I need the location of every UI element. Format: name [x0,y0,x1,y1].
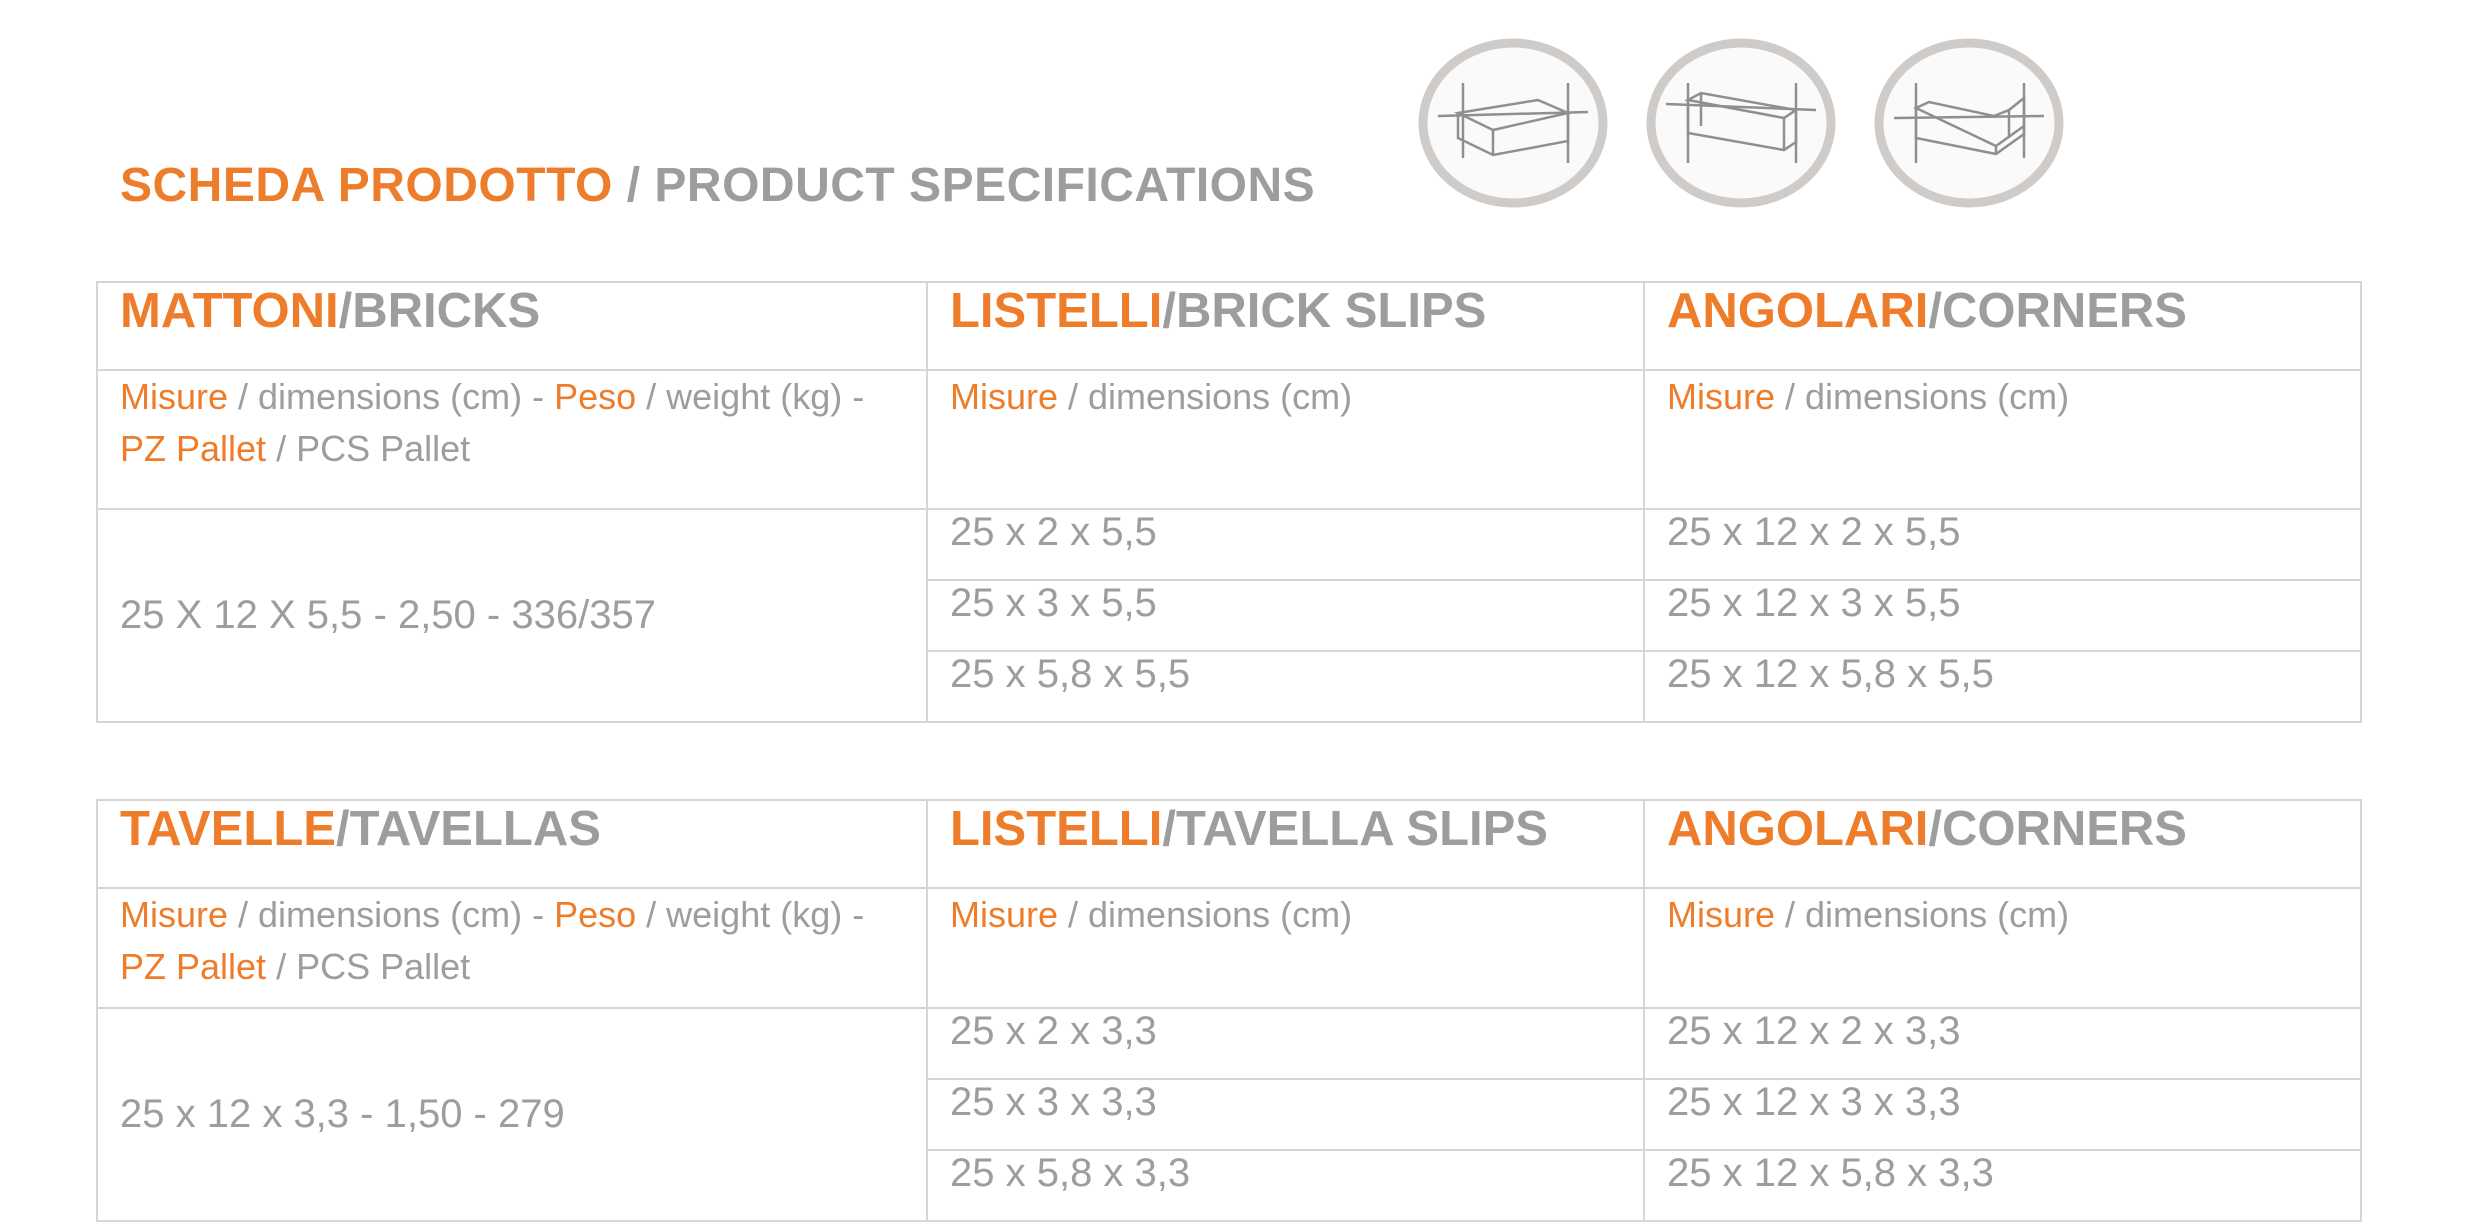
subheader-dimensions: Misure / dimensions (cm) [926,369,1645,510]
slip-dimension: 25 x 5,8 x 3,3 [926,1149,1645,1222]
slip-dimension: 25 x 2 x 5,5 [926,508,1645,581]
bricks-table: MATTONI/BRICKS LISTELLI/BRICK SLIPS ANGO… [96,281,2362,723]
slip-dimension: 25 x 5,8 x 5,5 [926,650,1645,723]
tavellas-table: TAVELLE/TAVELLAS LISTELLI/TAVELLA SLIPS … [96,799,2362,1222]
corner-dimension: 25 x 12 x 5,8 x 3,3 [1643,1149,2362,1222]
title-italian: SCHEDA PRODOTTO [120,159,613,212]
corner-icon [1874,38,2064,208]
header-corners: ANGOLARI/CORNERS [1643,281,2362,371]
header-corners: ANGOLARI/CORNERS [1643,799,2362,889]
brick-icon [1418,38,1608,208]
subheader-dimensions: Misure / dimensions (cm) [1643,887,2362,1009]
subheader-dimensions-weight-pallet: Misure / dimensions (cm) - Peso / weight… [96,887,928,1009]
corner-dimension: 25 x 12 x 2 x 3,3 [1643,1007,2362,1080]
tavella-spec-value: 25 x 12 x 3,3 - 1,50 - 279 [96,1007,928,1222]
brick-spec-value: 25 X 12 X 5,5 - 2,50 - 336/357 [96,508,928,723]
corner-dimension: 25 x 12 x 3 x 5,5 [1643,579,2362,652]
title-english: / PRODUCT SPECIFICATIONS [612,159,1316,212]
subheader-dimensions: Misure / dimensions (cm) [1643,369,2362,510]
header-brick-slips: LISTELLI/BRICK SLIPS [926,281,1645,371]
header-tavella-slips: LISTELLI/TAVELLA SLIPS [926,799,1645,889]
corner-dimension: 25 x 12 x 3 x 3,3 [1643,1078,2362,1151]
subheader-dimensions-weight-pallet: Misure / dimensions (cm) - Peso / weight… [96,369,928,510]
slip-dimension: 25 x 3 x 3,3 [926,1078,1645,1151]
header-tavellas: TAVELLE/TAVELLAS [96,799,928,889]
header-bricks: MATTONI/BRICKS [96,281,928,371]
slip-dimension: 25 x 2 x 3,3 [926,1007,1645,1080]
slip-dimension: 25 x 3 x 5,5 [926,579,1645,652]
corner-dimension: 25 x 12 x 5,8 x 5,5 [1643,650,2362,723]
brick-slip-icon [1646,38,1836,208]
corner-dimension: 25 x 12 x 2 x 5,5 [1643,508,2362,581]
page-title: SCHEDA PRODOTTO / PRODUCT SPECIFICATIONS [120,158,1315,213]
subheader-dimensions: Misure / dimensions (cm) [926,887,1645,1009]
